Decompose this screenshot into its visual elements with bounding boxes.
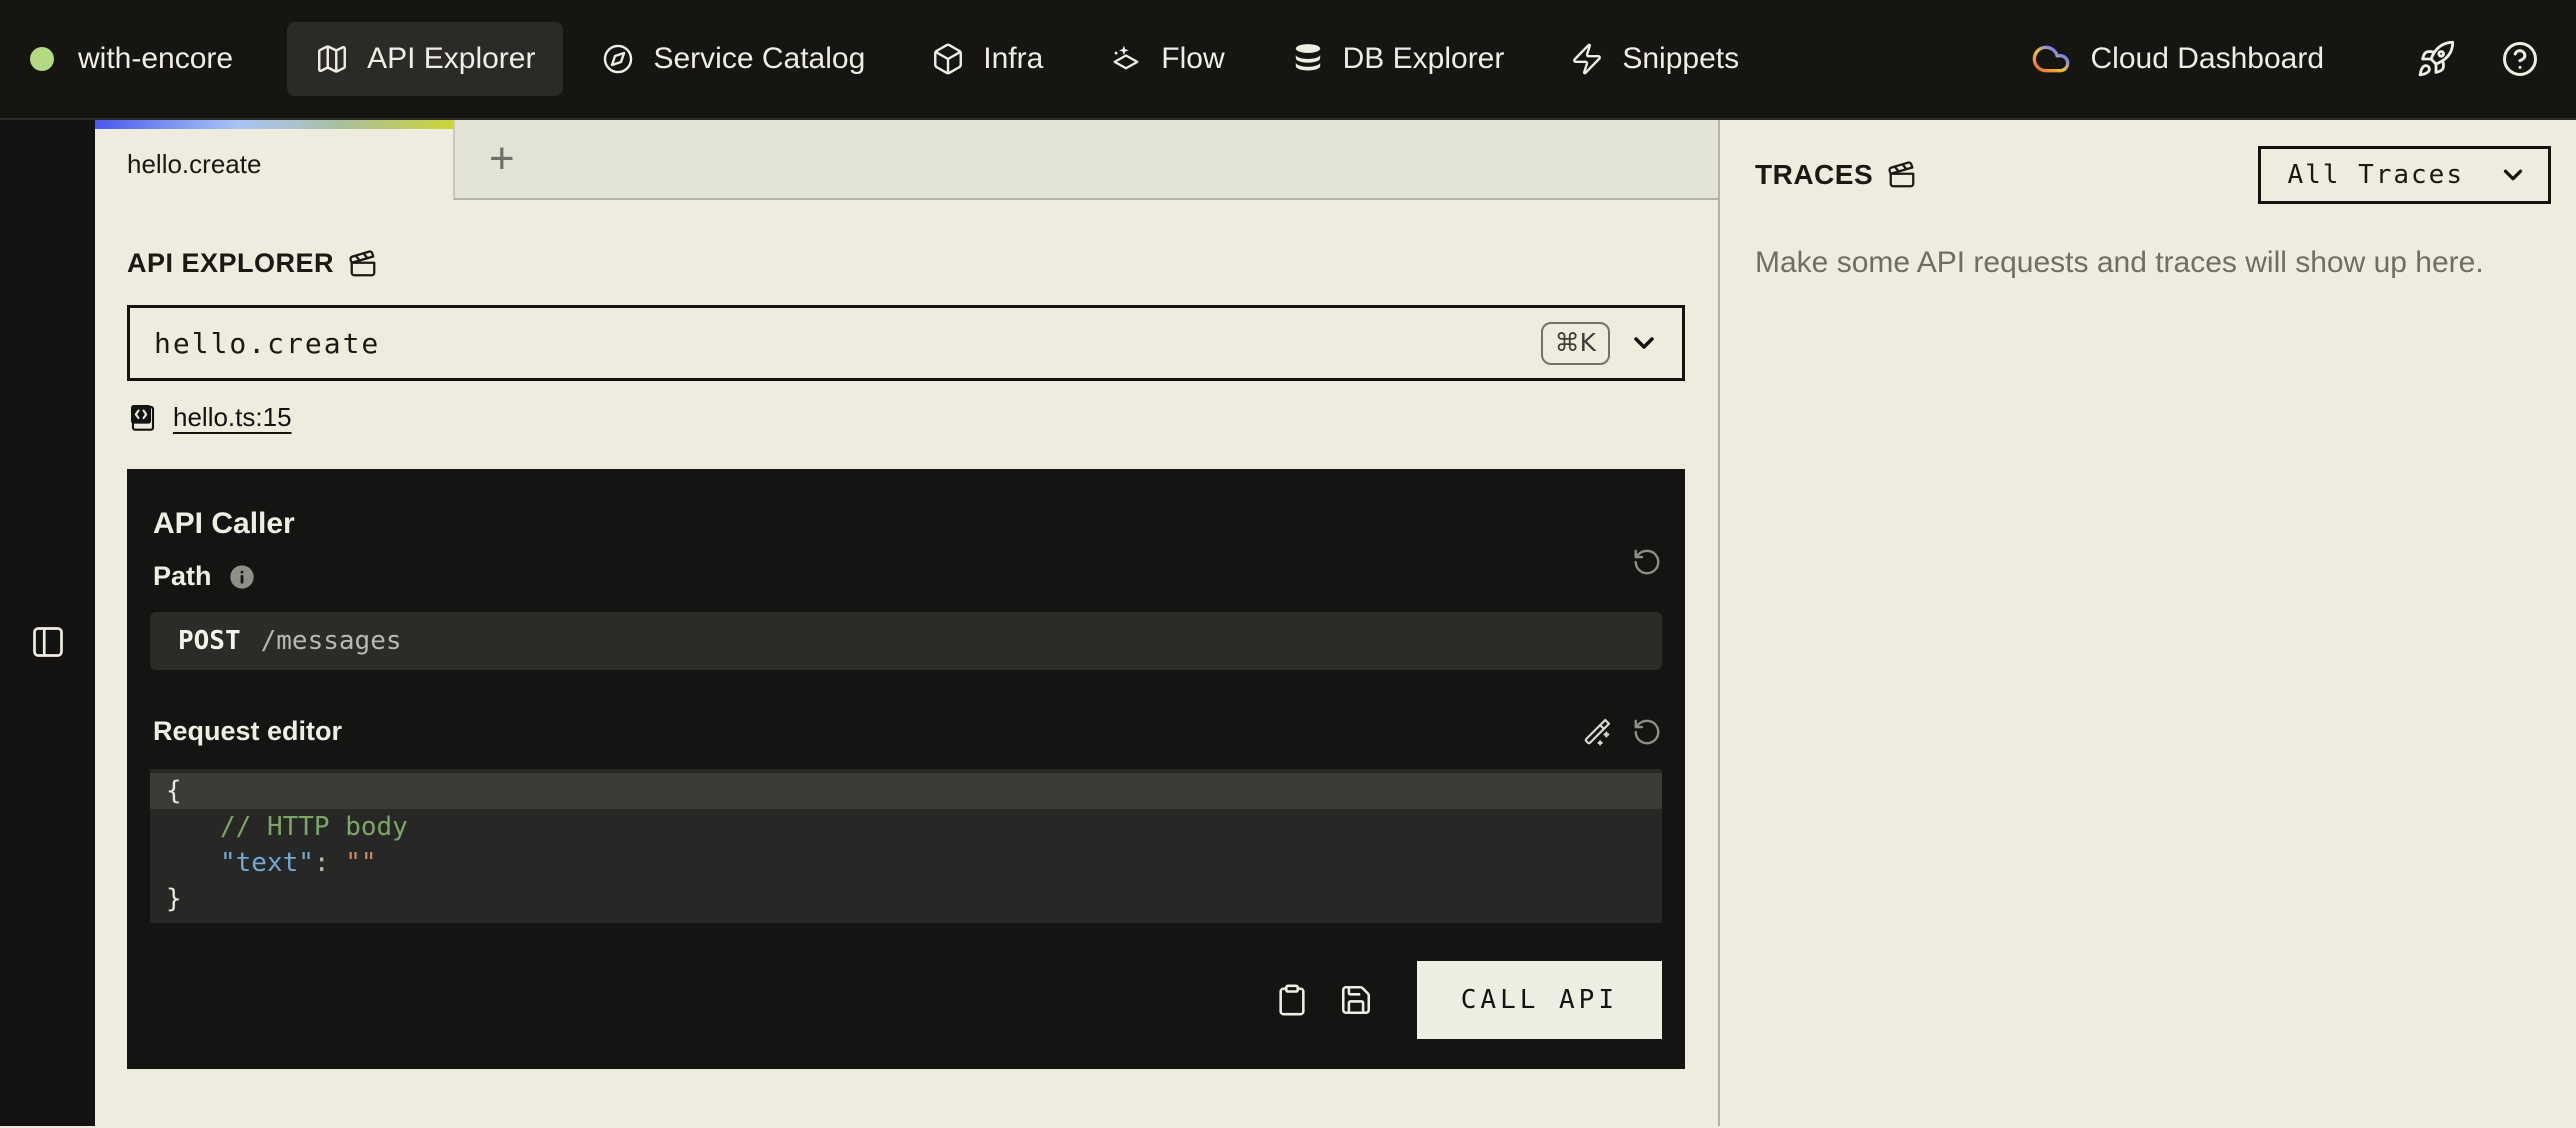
help-button[interactable] bbox=[2500, 39, 2540, 79]
reset-path-button[interactable] bbox=[1632, 547, 1662, 577]
api-caller-panel: API Caller Path POST bbox=[127, 469, 1685, 1069]
code-line: // HTTP body bbox=[150, 809, 1662, 845]
top-nav: with-encore API Explorer Service Catalog… bbox=[0, 0, 2576, 120]
copy-request-button[interactable] bbox=[1275, 983, 1309, 1017]
clapperboard-icon bbox=[1887, 160, 1917, 190]
code-open-brace: { bbox=[166, 776, 182, 806]
nav-item-service-catalog[interactable]: Service Catalog bbox=[573, 22, 893, 96]
main-panel: hello.create + API EXPLORER hello.create… bbox=[95, 120, 1720, 1126]
code-string-value: "" bbox=[345, 848, 376, 878]
request-body-editor[interactable]: { // HTTP body "text": "" } bbox=[150, 769, 1662, 923]
info-icon bbox=[228, 563, 256, 591]
code-close-brace: } bbox=[166, 884, 182, 914]
code-file-icon bbox=[127, 401, 159, 433]
cloud-dashboard-label: Cloud Dashboard bbox=[2091, 42, 2324, 76]
code-key: "text" bbox=[220, 848, 314, 878]
nav-item-flow[interactable]: Flow bbox=[1081, 22, 1252, 96]
reset-icon bbox=[1632, 547, 1662, 577]
compass-icon bbox=[601, 42, 635, 76]
magic-wand-icon bbox=[1582, 717, 1612, 747]
traces-title: TRACES bbox=[1755, 159, 1873, 191]
autofill-button[interactable] bbox=[1582, 717, 1612, 747]
endpoint-select-value: hello.create bbox=[154, 327, 1541, 360]
panel-left-icon bbox=[30, 624, 66, 660]
traces-filter-value: All Traces bbox=[2287, 160, 2464, 190]
tab-label: hello.create bbox=[127, 149, 261, 180]
traces-filter-select[interactable]: All Traces bbox=[2258, 146, 2551, 204]
save-icon bbox=[1339, 983, 1373, 1017]
left-rail bbox=[0, 120, 95, 1126]
cloud-dashboard-link[interactable]: Cloud Dashboard bbox=[2031, 39, 2324, 79]
app-brand[interactable]: with-encore bbox=[30, 42, 233, 76]
endpoint-select[interactable]: hello.create ⌘K bbox=[127, 305, 1685, 381]
tab-hello-create[interactable]: hello.create bbox=[95, 120, 453, 200]
traces-panel: TRACES All Traces Make some API requests… bbox=[1720, 120, 2576, 1126]
code-colon: : bbox=[314, 848, 345, 878]
code-line: } bbox=[150, 881, 1662, 917]
nav-item-db-explorer[interactable]: DB Explorer bbox=[1263, 22, 1533, 96]
source-file-label: hello.ts:15 bbox=[173, 402, 292, 433]
nav-item-label: Flow bbox=[1161, 42, 1224, 76]
api-explorer-content: API EXPLORER hello.create ⌘K hello.ts:15 bbox=[95, 200, 1718, 1069]
app-status-dot bbox=[30, 47, 54, 71]
rocket-icon bbox=[2416, 39, 2456, 79]
save-request-button[interactable] bbox=[1339, 983, 1373, 1017]
map-icon bbox=[315, 42, 349, 76]
nav-item-infra[interactable]: Infra bbox=[903, 22, 1071, 96]
new-tab-button[interactable]: + bbox=[489, 137, 515, 181]
nav-item-label: API Explorer bbox=[367, 42, 535, 76]
nav-item-label: Infra bbox=[983, 42, 1043, 76]
chevron-down-icon bbox=[1628, 327, 1660, 359]
database-icon bbox=[1291, 42, 1325, 76]
code-line: "text": "" bbox=[150, 845, 1662, 881]
reset-request-button[interactable] bbox=[1632, 717, 1662, 747]
nav-item-label: Snippets bbox=[1622, 42, 1739, 76]
http-path: /messages bbox=[261, 626, 402, 656]
flow-icon bbox=[1109, 42, 1143, 76]
nav-item-snippets[interactable]: Snippets bbox=[1542, 22, 1767, 96]
lightning-icon bbox=[1570, 42, 1604, 76]
reset-icon bbox=[1632, 717, 1662, 747]
source-file-link[interactable]: hello.ts:15 bbox=[127, 401, 292, 433]
cloud-icon bbox=[2031, 39, 2071, 79]
tab-bar: hello.create + bbox=[95, 120, 1718, 200]
help-icon bbox=[2500, 39, 2540, 79]
http-method: POST bbox=[178, 626, 241, 656]
chevron-down-icon bbox=[2498, 160, 2528, 190]
box-icon bbox=[931, 42, 965, 76]
onboarding-rocket-button[interactable] bbox=[2416, 39, 2456, 79]
path-label: Path bbox=[153, 561, 212, 592]
code-line: { bbox=[150, 773, 1662, 809]
api-caller-title: API Caller bbox=[150, 493, 1662, 541]
clipboard-icon bbox=[1275, 983, 1309, 1017]
nav-item-label: Service Catalog bbox=[653, 42, 865, 76]
tab-bar-rest: + bbox=[453, 120, 1718, 200]
app-name: with-encore bbox=[78, 42, 233, 76]
nav-item-label: DB Explorer bbox=[1343, 42, 1505, 76]
endpoint-path-display: POST /messages bbox=[150, 612, 1662, 670]
nav-item-api-explorer[interactable]: API Explorer bbox=[287, 22, 563, 96]
shortcut-badge: ⌘K bbox=[1541, 322, 1610, 365]
page-title: API EXPLORER bbox=[127, 248, 334, 279]
code-comment: // HTTP body bbox=[220, 812, 408, 842]
toggle-sidebar-button[interactable] bbox=[30, 158, 66, 1126]
traces-empty-message: Make some API requests and traces will s… bbox=[1755, 246, 2551, 280]
request-editor-label: Request editor bbox=[153, 716, 342, 747]
clapperboard-icon bbox=[348, 249, 378, 279]
call-api-button[interactable]: CALL API bbox=[1417, 961, 1662, 1039]
